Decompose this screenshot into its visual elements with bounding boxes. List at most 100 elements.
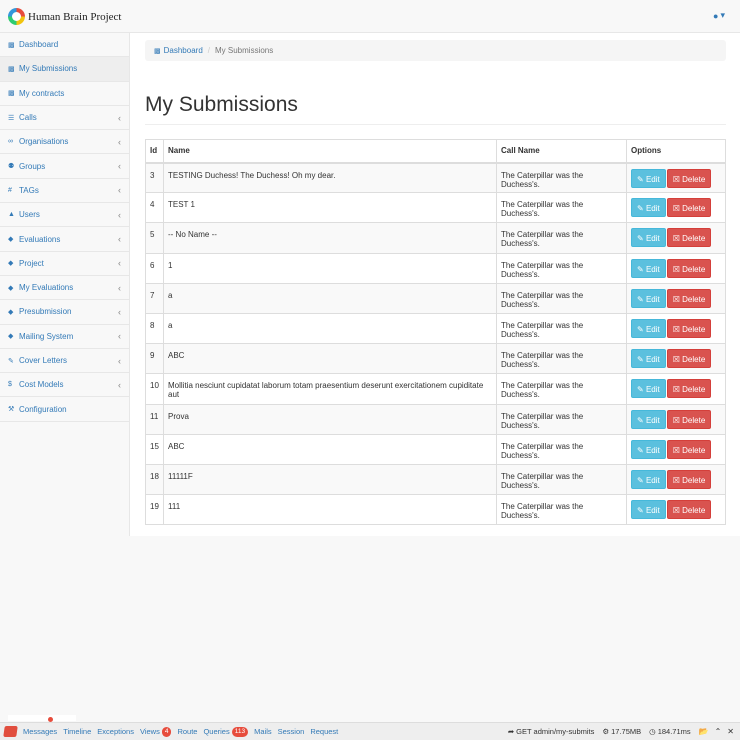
delete-button[interactable]: ☒ Delete (666, 318, 712, 338)
cell-options: ✎ Edit ☒ Delete (626, 312, 726, 345)
pencil-icon: ✎ (637, 204, 644, 214)
delete-button[interactable]: ☒ Delete (666, 198, 712, 218)
edit-button[interactable]: ✎ Edit (631, 439, 666, 459)
breadcrumb-dashboard-link[interactable]: Dashboard (164, 46, 203, 55)
sidebar-item-organisations[interactable]: ∞ Organisations ‹ (0, 130, 129, 155)
table-body: 3 TESTING Duchess! The Duchess! Oh my dea… (145, 161, 726, 526)
edit-button[interactable]: ✎ Edit (631, 409, 666, 429)
debug-tab-views[interactable]: Views 4 (139, 726, 172, 737)
sidebar-item-evaluations[interactable]: ◆ Evaluations ‹ (0, 227, 129, 252)
debug-tab-exceptions[interactable]: Exceptions (97, 727, 134, 736)
pencil-icon: ✎ (637, 385, 644, 395)
trash-icon: ☒ (672, 234, 680, 244)
debug-tab-timeline[interactable]: Timeline (63, 727, 91, 736)
delete-button[interactable]: ☒ Delete (666, 168, 712, 188)
debug-tab-label: Messages (23, 727, 58, 736)
sidebar-item-presubmission[interactable]: ◆ Presubmission ‹ (0, 300, 129, 325)
edit-label: Edit (645, 324, 660, 334)
delete-button[interactable]: ☒ Delete (666, 500, 712, 520)
sidebar-item-calls[interactable]: ☰ Calls ‹ (0, 106, 129, 131)
sidebar-item-my-evaluations[interactable]: ◆ My Evaluations ‹ (0, 276, 129, 301)
edit-button[interactable]: ✎ Edit (631, 349, 666, 369)
debugbar-logo-icon[interactable] (3, 726, 18, 737)
route-indicator[interactable]: ➦ GET admin/my-submits (508, 727, 595, 736)
user-menu[interactable]: ● ▾ (713, 10, 725, 21)
delete-button[interactable]: ☒ Delete (666, 349, 712, 369)
edit-button[interactable]: ✎ Edit (631, 288, 666, 308)
cell-id: 4 (145, 192, 164, 224)
cell-options: ✎ Edit ☒ Delete (626, 403, 726, 435)
sidebar-item-label: Calls (19, 113, 37, 123)
brand[interactable]: Human Brain Project (8, 8, 121, 25)
debug-tab-messages[interactable]: Messages (23, 727, 57, 736)
sidebar-item-cover-letters[interactable]: ✎ Cover Letters ‹ (0, 349, 129, 374)
sidebar-item-cost-models[interactable]: $ Cost Models ‹ (0, 373, 129, 398)
cell-name: Prova (163, 403, 497, 435)
sidebar-item-users[interactable]: ▲ Users ‹ (0, 203, 129, 228)
table-row: 5 -- No Name -- The Caterpillar was the Du… (145, 222, 726, 254)
debug-tab-label: Route (177, 727, 198, 736)
debug-tab-label: Views (139, 727, 160, 736)
chevron-up-icon[interactable]: ⌃ (715, 727, 722, 736)
edit-button[interactable]: ✎ Edit (631, 198, 666, 218)
sidebar-item-project[interactable]: ◆ Project ‹ (0, 252, 129, 276)
brand-name: Human Brain Project (28, 10, 122, 23)
delete-button[interactable]: ☒ Delete (666, 258, 712, 278)
cell-id: 7 (145, 282, 164, 314)
edit-button[interactable]: ✎ Edit (631, 228, 666, 248)
delete-button[interactable]: ☒ Delete (666, 409, 712, 429)
sidebar-item-mailing-system[interactable]: ◆ Mailing System ‹ (0, 325, 129, 349)
debug-tab-request[interactable]: Request (310, 727, 338, 736)
edit-button[interactable]: ✎ Edit (631, 500, 666, 520)
cell-options: ✎ Edit ☒ Delete (626, 161, 726, 194)
cell-name: ABC (163, 343, 497, 375)
wrench-icon: ⚒ (8, 406, 15, 414)
close-icon[interactable]: ✕ (727, 727, 734, 736)
delete-button[interactable]: ☒ Delete (666, 228, 712, 248)
debug-tab-label: Exceptions (97, 727, 134, 736)
debugbar-tabs: Messages Timeline Exceptions Views 4 Route Que… (17, 726, 338, 737)
debug-tab-badge: 4 (161, 726, 172, 737)
delete-button[interactable]: ☒ Delete (666, 379, 712, 399)
delete-button[interactable]: ☒ Delete (666, 469, 712, 489)
table-row: 18 11111F The Caterpillar was the Duchess'… (145, 463, 726, 496)
delete-label: Delete (682, 415, 706, 425)
table-row: 7 a The Caterpillar was the Duchess's. ✎ Ed… (145, 282, 726, 314)
edit-button[interactable]: ✎ Edit (631, 379, 666, 399)
sidebar-item-dashboard[interactable]: ▩ Dashboard (0, 33, 129, 58)
delete-label: Delete (682, 234, 706, 244)
chevron-left-icon: ‹ (118, 185, 121, 196)
cell-options: ✎ Edit ☒ Delete (626, 222, 726, 254)
debugbar-status: ➦ GET admin/my-submits ⚙ 17.75MB ◷ 184.71ms… (508, 723, 740, 740)
dashboard-icon: ▩ (8, 41, 15, 49)
pencil-icon: ✎ (637, 475, 644, 485)
edit-button[interactable]: ✎ Edit (631, 258, 666, 278)
debug-tab-session[interactable]: Session (278, 727, 305, 736)
sidebar-item-tags[interactable]: # TAGs ‹ (0, 179, 129, 204)
debug-tab-mails[interactable]: Mails (254, 727, 272, 736)
sidebar-item-configuration[interactable]: ⚒ Configuration (0, 397, 129, 422)
sidebar-item-label: Presubmission (19, 307, 72, 317)
debug-tab-route[interactable]: Route (177, 727, 197, 736)
sidebar-item-groups[interactable]: ⚉ Groups ‹ (0, 154, 129, 179)
debugbar-open-handle[interactable] (8, 715, 76, 721)
user-icon: ● (713, 10, 719, 21)
delete-button[interactable]: ☒ Delete (666, 288, 712, 308)
sidebar-item-my-contracts[interactable]: ▩ My contracts (0, 82, 129, 106)
edit-button[interactable]: ✎ Edit (631, 168, 666, 188)
sidebar-item-my-submissions[interactable]: ▩ My Submissions (0, 57, 129, 82)
breadcrumb-current: My Submissions (215, 46, 274, 55)
breadcrumb-home-icon: ▩ (154, 47, 161, 55)
folder-open-icon[interactable]: 📂 (699, 727, 709, 736)
delete-label: Delete (682, 385, 706, 395)
delete-button[interactable]: ☒ Delete (666, 439, 712, 459)
cell-id: 19 (145, 494, 164, 526)
edit-button[interactable]: ✎ Edit (631, 318, 666, 338)
cell-name: 11111F (163, 463, 497, 496)
cell-name: Mollitia nesciunt cupidatat laborum tota… (163, 373, 497, 405)
cell-options: ✎ Edit ☒ Delete (626, 282, 726, 314)
time-text: 184.71ms (657, 727, 691, 736)
edit-button[interactable]: ✎ Edit (631, 469, 666, 489)
edit-label: Edit (645, 294, 660, 304)
debug-tab-queries[interactable]: Queries 113 (203, 726, 249, 737)
